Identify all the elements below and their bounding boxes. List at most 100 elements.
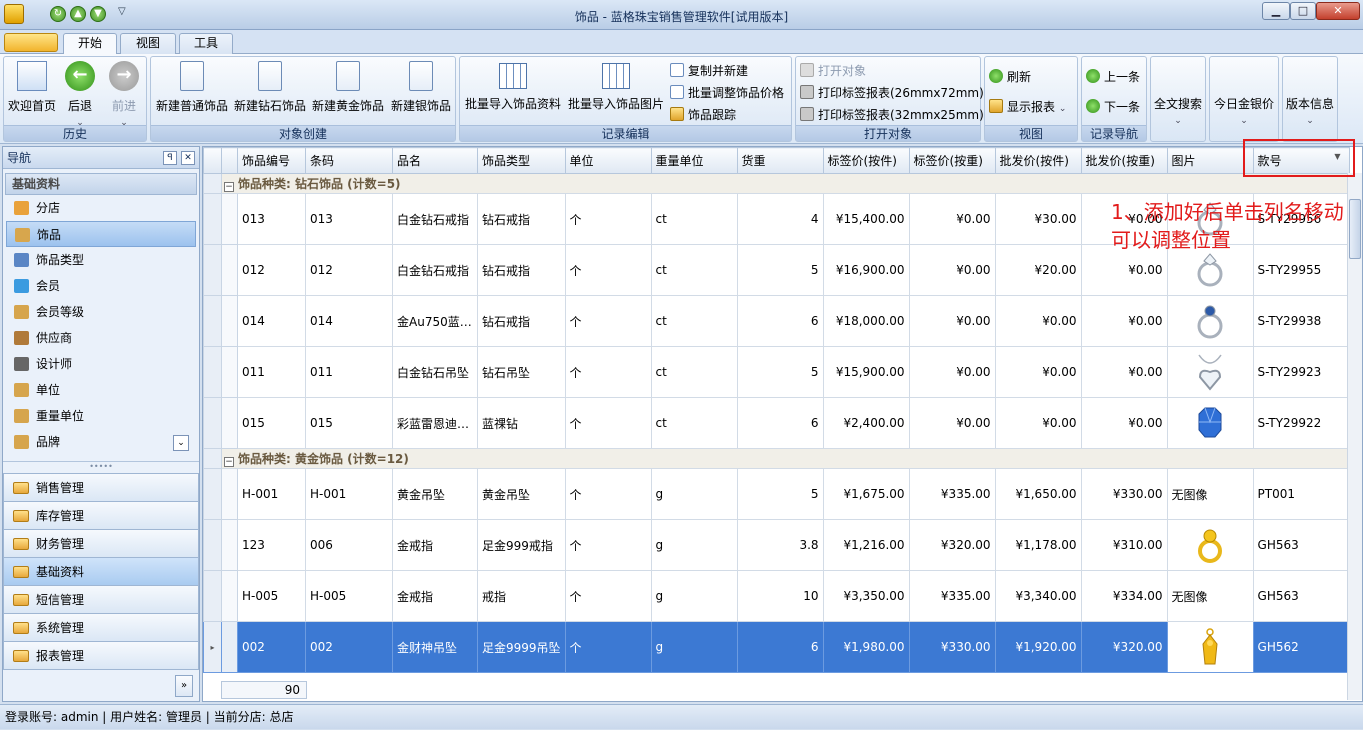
image-cell[interactable]: 无图像 xyxy=(1166,570,1254,622)
table-cell[interactable]: 6 xyxy=(736,295,824,347)
pin-icon[interactable]: ꟼ xyxy=(163,151,177,165)
new-gold-item-button[interactable]: 新建黄金饰品 xyxy=(310,61,386,125)
table-cell[interactable]: 钻石吊坠 xyxy=(477,346,566,398)
table-cell[interactable]: g xyxy=(650,519,738,571)
table-cell[interactable]: 012 xyxy=(237,244,306,296)
table-cell[interactable]: 3.8 xyxy=(736,519,824,571)
table-cell[interactable]: ¥310.00 xyxy=(1080,519,1168,571)
table-cell[interactable]: 014 xyxy=(237,295,306,347)
table-cell[interactable]: ¥0.00 xyxy=(994,397,1082,449)
new-silver-item-button[interactable]: 新建银饰品 xyxy=(389,61,453,125)
row-indicator[interactable] xyxy=(203,570,222,622)
table-cell[interactable]: ¥16,900.00 xyxy=(822,244,910,296)
table-cell[interactable]: ct xyxy=(650,346,738,398)
splitter-handle[interactable]: ••••• xyxy=(3,461,199,473)
table-cell[interactable]: 蓝祼钻 xyxy=(477,397,566,449)
nav-category[interactable]: 财务管理 xyxy=(3,530,199,558)
table-cell[interactable]: 金Au750蓝… xyxy=(392,295,478,347)
close-button[interactable]: ✕ xyxy=(1316,2,1360,20)
table-cell[interactable]: 012 xyxy=(305,244,393,296)
table-cell[interactable]: ¥330.00 xyxy=(908,621,996,673)
app-menu-button[interactable] xyxy=(4,33,58,52)
table-cell[interactable]: ¥335.00 xyxy=(908,468,996,520)
table-cell[interactable]: H-001 xyxy=(305,468,393,520)
table-row[interactable]: ▸ 002 002 金财神吊坠 足金9999吊坠个 g 6 ¥1,980.00 ¥330.00 ¥… xyxy=(203,621,1350,673)
table-cell[interactable]: ¥3,340.00 xyxy=(994,570,1082,622)
table-cell[interactable]: 个 xyxy=(564,346,652,398)
table-cell[interactable]: ¥320.00 xyxy=(908,519,996,571)
image-cell[interactable] xyxy=(1166,346,1254,398)
table-cell[interactable]: 5 xyxy=(736,468,824,520)
table-cell[interactable]: 白金钻石戒指 xyxy=(392,193,478,245)
table-cell[interactable]: ¥3,350.00 xyxy=(822,570,910,622)
table-cell[interactable]: ¥320.00 xyxy=(1080,621,1168,673)
table-cell[interactable]: GH562 xyxy=(1252,621,1350,673)
table-cell[interactable]: 6 xyxy=(736,397,824,449)
table-cell[interactable]: ¥0.00 xyxy=(908,397,996,449)
table-cell[interactable]: 013 xyxy=(237,193,306,245)
row-indicator[interactable] xyxy=(203,193,222,245)
nav-item[interactable]: 会员 xyxy=(6,273,196,299)
table-cell[interactable]: PT001 xyxy=(1252,468,1350,520)
table-cell[interactable]: ¥0.00 xyxy=(994,346,1082,398)
nav-item[interactable]: 设计师 xyxy=(6,351,196,377)
table-cell[interactable]: 金戒指 xyxy=(392,519,478,571)
table-cell[interactable]: 006 xyxy=(305,519,393,571)
table-cell[interactable]: ¥0.00 xyxy=(908,193,996,245)
table-cell[interactable]: 黄金吊坠 xyxy=(477,468,566,520)
table-cell[interactable]: GH563 xyxy=(1252,570,1350,622)
table-cell[interactable]: ¥0.00 xyxy=(1080,397,1168,449)
batch-import-images-button[interactable]: 批量导入饰品图片 xyxy=(566,61,666,125)
row-indicator[interactable] xyxy=(203,346,222,398)
table-cell[interactable]: ct xyxy=(650,244,738,296)
table-cell[interactable]: ¥0.00 xyxy=(908,346,996,398)
home-button[interactable]: 欢迎首页 xyxy=(7,61,57,125)
tab-tools[interactable]: 工具 xyxy=(179,33,233,54)
table-cell[interactable]: ¥30.00 xyxy=(994,193,1082,245)
table-cell[interactable]: GH563 xyxy=(1252,519,1350,571)
table-cell[interactable]: 金财神吊坠 xyxy=(392,621,478,673)
column-header[interactable]: 重量单位 xyxy=(650,147,738,174)
table-cell[interactable]: ¥0.00 xyxy=(994,295,1082,347)
nav-category[interactable]: 系统管理 xyxy=(3,614,199,642)
table-cell[interactable]: ¥1,216.00 xyxy=(822,519,910,571)
table-cell[interactable]: 金戒指 xyxy=(392,570,478,622)
new-normal-item-button[interactable]: 新建普通饰品 xyxy=(154,61,230,125)
table-cell[interactable]: ¥15,900.00 xyxy=(822,346,910,398)
table-cell[interactable]: 黄金吊坠 xyxy=(392,468,478,520)
row-indicator[interactable] xyxy=(203,519,222,571)
table-cell[interactable]: H-005 xyxy=(237,570,306,622)
forward-button[interactable]: → 前进 ⌄ xyxy=(104,61,144,128)
column-header[interactable]: 标签价(按件) xyxy=(822,147,910,174)
table-cell[interactable]: 013 xyxy=(305,193,393,245)
table-cell[interactable]: 011 xyxy=(237,346,306,398)
batch-adjust-price-button[interactable]: 批量调整饰品价格 xyxy=(670,83,784,103)
table-cell[interactable]: S-TY29923 xyxy=(1252,346,1350,398)
table-cell[interactable]: 彩蓝雷恩迪… xyxy=(392,397,478,449)
table-cell[interactable]: 个 xyxy=(564,519,652,571)
table-cell[interactable]: 5 xyxy=(736,346,824,398)
row-indicator[interactable] xyxy=(203,295,222,347)
next-record-button[interactable]: 下一条 xyxy=(1086,97,1140,117)
table-cell[interactable]: g xyxy=(650,468,738,520)
item-track-button[interactable]: 饰品跟踪 xyxy=(670,105,736,125)
column-header[interactable]: 饰品类型 xyxy=(477,147,566,174)
table-cell[interactable]: g xyxy=(650,621,738,673)
collapse-group-icon[interactable]: − xyxy=(224,457,234,467)
version-info-button[interactable]: 版本信息 ⌄ xyxy=(1284,95,1336,126)
image-cell[interactable] xyxy=(1166,397,1254,449)
table-cell[interactable]: 014 xyxy=(305,295,393,347)
image-cell[interactable] xyxy=(1166,295,1254,347)
table-cell[interactable]: 个 xyxy=(564,570,652,622)
nav-item[interactable]: 分店 xyxy=(6,195,196,221)
group-row[interactable]: − 饰品种类: 黄金饰品 (计数=12) xyxy=(203,448,1350,469)
nav-category[interactable]: 库存管理 xyxy=(3,502,199,530)
nav-item[interactable]: 饰品 xyxy=(6,221,196,247)
column-header[interactable]: 饰品编号 xyxy=(237,147,306,174)
table-row[interactable]: 011 011 白金钻石吊坠 钻石吊坠个 ct 5 ¥15,900.00 ¥0.00 ¥0.00… xyxy=(203,346,1350,398)
table-cell[interactable]: H-001 xyxy=(237,468,306,520)
table-cell[interactable]: 002 xyxy=(305,621,393,673)
nav-item[interactable]: 供应商 xyxy=(6,325,196,351)
table-cell[interactable]: S-TY29922 xyxy=(1252,397,1350,449)
print-label-32x25-button[interactable]: 打印标签报表(32mmx25mm) xyxy=(800,105,984,125)
